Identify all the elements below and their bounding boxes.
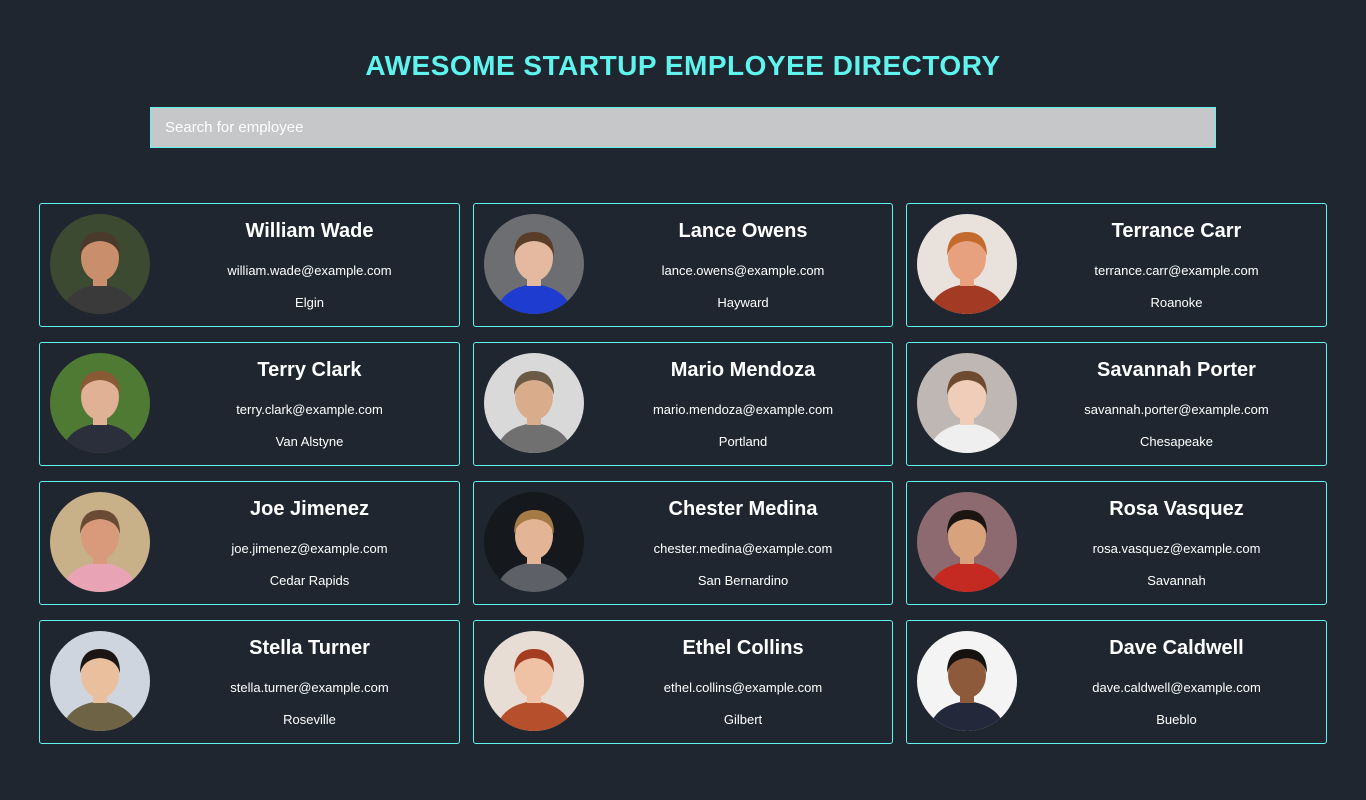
employee-city: San Bernardino (697, 573, 789, 588)
employee-card[interactable]: Joe Jimenez joe.jimenez@example.com Cedar … (39, 481, 460, 605)
search-input[interactable] (150, 107, 1216, 148)
employee-city: Portland (718, 434, 768, 449)
avatar (917, 214, 1017, 314)
employee-name: Terry Clark (257, 359, 362, 381)
employee-card[interactable]: Lance Owens lance.owens@example.com Haywar… (473, 203, 893, 327)
employee-city: Bueblo (1156, 712, 1197, 727)
employee-email: dave.caldwell@example.com (1092, 680, 1261, 695)
employee-email: chester.medina@example.com (653, 541, 833, 556)
employee-name: Chester Medina (668, 498, 818, 520)
employee-name: Lance Owens (678, 220, 808, 242)
avatar (917, 631, 1017, 731)
employee-card[interactable]: William Wade william.wade@example.com Elgi… (39, 203, 460, 327)
page-title: AWESOME STARTUP EMPLOYEE DIRECTORY (365, 50, 1001, 81)
employee-name: Joe Jimenez (250, 498, 369, 520)
employee-card[interactable]: Rosa Vasquez rosa.vasquez@example.com Sava… (906, 481, 1327, 605)
employee-city: Roseville (283, 712, 336, 727)
employee-email: william.wade@example.com (227, 263, 392, 278)
employee-grid: William Wade william.wade@example.com Elgi… (39, 203, 1327, 744)
avatar (484, 492, 584, 592)
employee-city: Hayward (717, 295, 769, 310)
employee-city: Chesapeake (1140, 434, 1213, 449)
employee-email: ethel.collins@example.com (663, 680, 823, 695)
employee-city: Cedar Rapids (269, 573, 350, 588)
employee-name: Terrance Carr (1111, 220, 1242, 242)
employee-email: stella.turner@example.com (230, 680, 389, 695)
employee-card[interactable]: Savannah Porter savannah.porter@example.c… (906, 342, 1327, 466)
employee-name: Stella Turner (249, 637, 370, 659)
employee-city: Savannah (1147, 573, 1206, 588)
avatar (484, 214, 584, 314)
employee-card[interactable]: Terrance Carr terrance.carr@example.com Ro… (906, 203, 1327, 327)
avatar (50, 492, 150, 592)
employee-email: mario.mendoza@example.com (652, 402, 834, 417)
employee-city: Van Alstyne (275, 434, 344, 449)
employee-name: Savannah Porter (1097, 359, 1256, 381)
employee-name: Mario Mendoza (670, 359, 816, 381)
employee-email: rosa.vasquez@example.com (1092, 541, 1261, 556)
employee-name: Dave Caldwell (1109, 637, 1244, 659)
employee-email: terry.clark@example.com (236, 402, 383, 417)
employee-name: William Wade (245, 220, 374, 242)
avatar (50, 214, 150, 314)
employee-name: Ethel Collins (682, 637, 804, 659)
avatar (50, 353, 150, 453)
avatar (484, 631, 584, 731)
employee-city: Roanoke (1150, 295, 1203, 310)
employee-card[interactable]: Dave Caldwell dave.caldwell@example.com Bu… (906, 620, 1327, 744)
employee-name: Rosa Vasquez (1109, 498, 1244, 520)
employee-email: lance.owens@example.com (661, 263, 825, 278)
employee-card[interactable]: Mario Mendoza mario.mendoza@example.com Po… (473, 342, 893, 466)
avatar (484, 353, 584, 453)
employee-email: terrance.carr@example.com (1094, 263, 1259, 278)
avatar (917, 353, 1017, 453)
avatar (50, 631, 150, 731)
employee-card[interactable]: Ethel Collins ethel.collins@example.com Gi… (473, 620, 893, 744)
avatar (917, 492, 1017, 592)
employee-email: joe.jimenez@example.com (231, 541, 388, 556)
employee-card[interactable]: Stella Turner stella.turner@example.com Ro… (39, 620, 460, 744)
employee-card[interactable]: Chester Medina chester.medina@example.com… (473, 481, 893, 605)
employee-city: Elgin (295, 295, 324, 310)
employee-card[interactable]: Terry Clark terry.clark@example.com Van Al… (39, 342, 460, 466)
employee-city: Gilbert (723, 712, 763, 727)
employee-email: savannah.porter@example.com (1084, 402, 1269, 417)
